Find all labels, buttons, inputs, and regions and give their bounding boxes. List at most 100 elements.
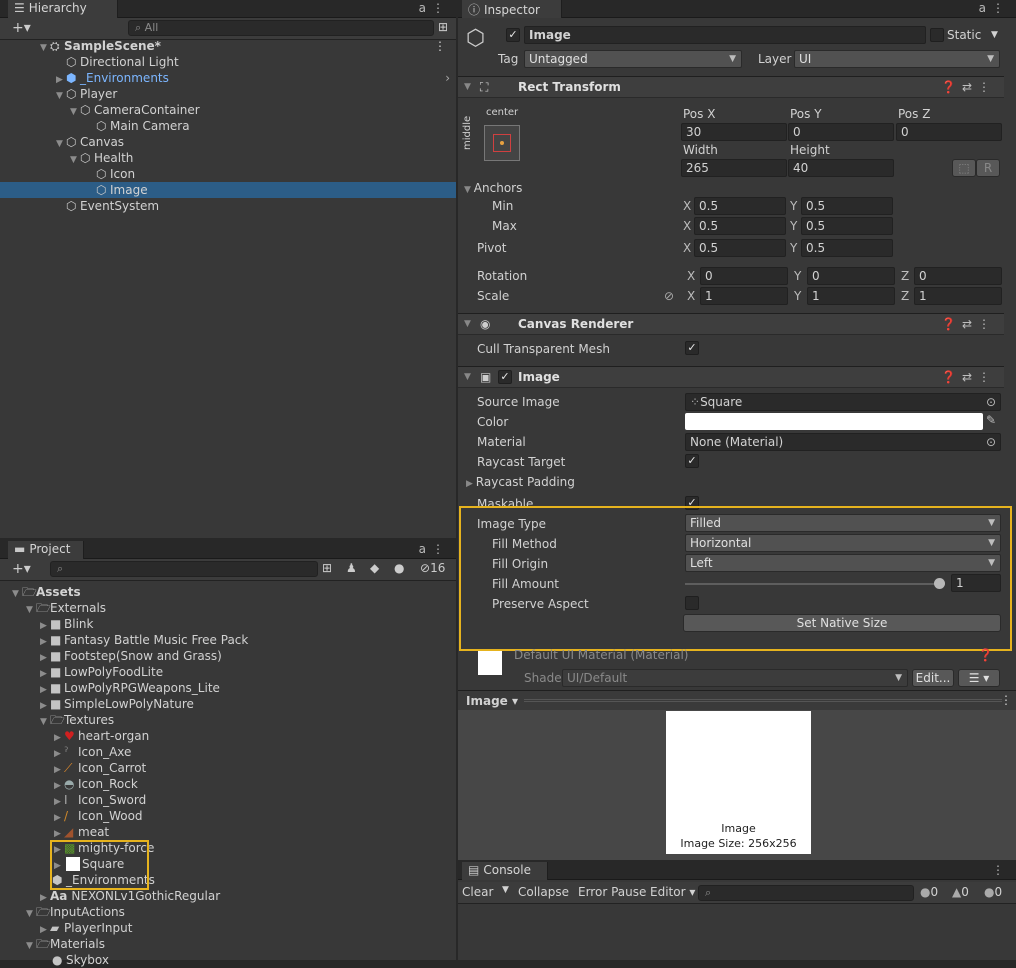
blueprint-mode-button[interactable]: ⬚ [952,159,976,177]
rot-x-field[interactable]: 0 [700,267,788,285]
lock-icon[interactable]: a [419,1,432,15]
project-search-input[interactable]: ⌕ [50,561,318,577]
lock-icon[interactable]: a [419,542,432,556]
project-row[interactable]: ▶ ˀ Icon_Axe [0,744,456,760]
alert-icon[interactable]: ● [394,561,404,575]
tree-row-health[interactable]: ▼ ⬡ Health [0,150,456,166]
image-component-header[interactable]: ▼ ▣ ✓ Image ❓⇄⋮ [458,366,1004,388]
warning-toggle[interactable]: ▲0 [952,885,969,899]
chevron-right-icon[interactable]: › [445,70,450,86]
static-checkbox[interactable] [930,28,944,42]
preview-drag-handle[interactable] [524,699,1002,702]
scale-x-field[interactable]: 1 [700,287,788,305]
posy-field[interactable]: 0 [788,123,894,141]
project-row[interactable]: ▶ ■ Blink [0,616,456,632]
clear-button[interactable]: Clear [462,885,493,899]
kebab-icon[interactable]: ⋮ [1000,693,1012,707]
object-picker-icon[interactable]: ⊙ [986,394,996,410]
help-icon[interactable]: ❓ [941,317,962,331]
pivot-x-field[interactable]: 0.5 [694,239,786,257]
shader-edit-button[interactable]: Edit... [912,669,954,687]
preview-dropdown[interactable]: Image ▾ [466,694,518,708]
error-toggle[interactable]: ●0 [984,885,1002,899]
project-row[interactable]: ● Skybox [0,952,456,968]
material-help-icon[interactable]: ❓ [978,648,993,662]
pivot-y-field[interactable]: 0.5 [801,239,893,257]
project-row[interactable]: ▶ ■ Footstep(Snow and Grass) [0,648,456,664]
kebab-icon[interactable]: ⋮ [434,38,446,54]
tree-row-samplescene[interactable]: ▼ ⛭ SampleScene* ⋮ [0,38,456,54]
kebab-icon[interactable]: ⋮ [978,80,996,94]
project-row[interactable]: ▶ / Icon_Wood [0,808,456,824]
clear-options-icon[interactable]: ▼ [502,885,509,895]
kebab-icon[interactable]: ⋮ [992,1,1010,15]
static-dropdown-icon[interactable]: ▼ [991,30,998,40]
source-image-field[interactable]: ⁘Square ⊙ [685,393,1001,411]
project-row[interactable]: ▶ Aa NEXONLv1GothicRegular [0,888,456,904]
width-field[interactable]: 265 [681,159,787,177]
project-tab-menu[interactable]: a⋮ [419,542,450,556]
anchor-presets-button[interactable] [484,125,520,161]
project-row[interactable]: ▼ 🗁Externals [0,600,456,616]
constrain-proportions-icon[interactable]: ⊘ [664,289,674,303]
editor-dropdown[interactable]: Editor ▾ [650,885,695,899]
rot-y-field[interactable]: 0 [807,267,895,285]
canvas-renderer-header[interactable]: ▼ ◉ Canvas Renderer ❓⇄⋮ [458,313,1004,335]
tree-row-environments[interactable]: ▶ ⬢ _Environments › [0,70,456,86]
color-swatch[interactable] [685,413,983,430]
help-icon[interactable]: ❓ [941,80,962,94]
scale-z-field[interactable]: 1 [914,287,1002,305]
presets-icon[interactable]: ⇄ [962,80,978,94]
tab-hierarchy[interactable]: ☰ Hierarchy [8,0,118,18]
presets-icon[interactable]: ⇄ [962,317,978,331]
material-field[interactable]: None (Material) ⊙ [685,433,1001,451]
error-pause-button[interactable]: Error Pause [578,885,646,899]
height-field[interactable]: 40 [788,159,894,177]
scale-y-field[interactable]: 1 [807,287,895,305]
project-row[interactable]: ▶ ◢ meat [0,824,456,840]
tree-row-player[interactable]: ▼ ⬡ Player [0,86,456,102]
add-button[interactable]: +▾ [12,20,31,36]
rect-transform-header[interactable]: ▼ ⛶ Rect Transform ❓⇄⋮ [458,76,1004,98]
tree-row-directional-light[interactable]: ⬡ Directional Light [0,54,456,70]
posz-field[interactable]: 0 [896,123,1002,141]
console-tab-menu[interactable]: ⋮ [992,863,1010,877]
tag-dropdown[interactable]: Untagged ▼ [524,50,742,68]
max-y-field[interactable]: 0.5 [801,217,893,235]
help-icon[interactable]: ❓ [941,370,962,384]
posx-field[interactable]: 30 [681,123,787,141]
tree-row-canvas[interactable]: ▼ ⬡ Canvas [0,134,456,150]
hierarchy-search-input[interactable]: ⌕ All [128,20,434,36]
tab-console[interactable]: ▤ Console [462,862,548,880]
project-row[interactable]: ▼ 🗁Materials [0,936,456,952]
tree-row-cameracontainer[interactable]: ▼ ⬡ CameraContainer [0,102,456,118]
hidden-packages-icon[interactable]: ⊘16 [420,561,445,575]
project-row[interactable]: ▶ ♥ heart-organ [0,728,456,744]
project-row[interactable]: ▶ ■ LowPolyFoodLite [0,664,456,680]
tree-row-image[interactable]: ⬡ Image [0,182,456,198]
eyedropper-icon[interactable]: ✎ [986,413,996,427]
min-y-field[interactable]: 0.5 [801,197,893,215]
console-search-input[interactable]: ⌕ [698,885,914,901]
kebab-icon[interactable]: ⋮ [978,370,996,384]
inspector-tab-menu[interactable]: a⋮ [979,1,1010,15]
image-enabled-checkbox[interactable]: ✓ [498,370,512,384]
kebab-icon[interactable]: ⋮ [432,542,450,556]
project-row[interactable]: ▶ Ⅰ Icon_Sword [0,792,456,808]
tree-row-icon[interactable]: ⬡ Icon [0,166,456,182]
active-checkbox[interactable]: ✓ [506,28,520,42]
raycast-target-checkbox[interactable]: ✓ [685,454,699,468]
project-row[interactable]: ▶ ◓ Icon_Rock [0,776,456,792]
collapse-icon[interactable]: ▼ [464,367,471,387]
collapse-icon[interactable]: ▼ [464,314,471,334]
max-x-field[interactable]: 0.5 [694,217,786,235]
hierarchy-tab-menu[interactable]: a⋮ [419,1,450,15]
filter-icon[interactable]: ♟ [346,561,357,575]
project-row[interactable]: ▶ ■ SimpleLowPolyNature [0,696,456,712]
info-toggle[interactable]: ●0 [920,885,938,899]
lock-icon[interactable]: a [979,1,992,15]
tab-project[interactable]: ▬ Project [8,541,84,559]
kebab-icon[interactable]: ⋮ [992,863,1010,877]
project-row[interactable]: ▶ ■ LowPolyRPGWeapons_Lite [0,680,456,696]
min-x-field[interactable]: 0.5 [694,197,786,215]
